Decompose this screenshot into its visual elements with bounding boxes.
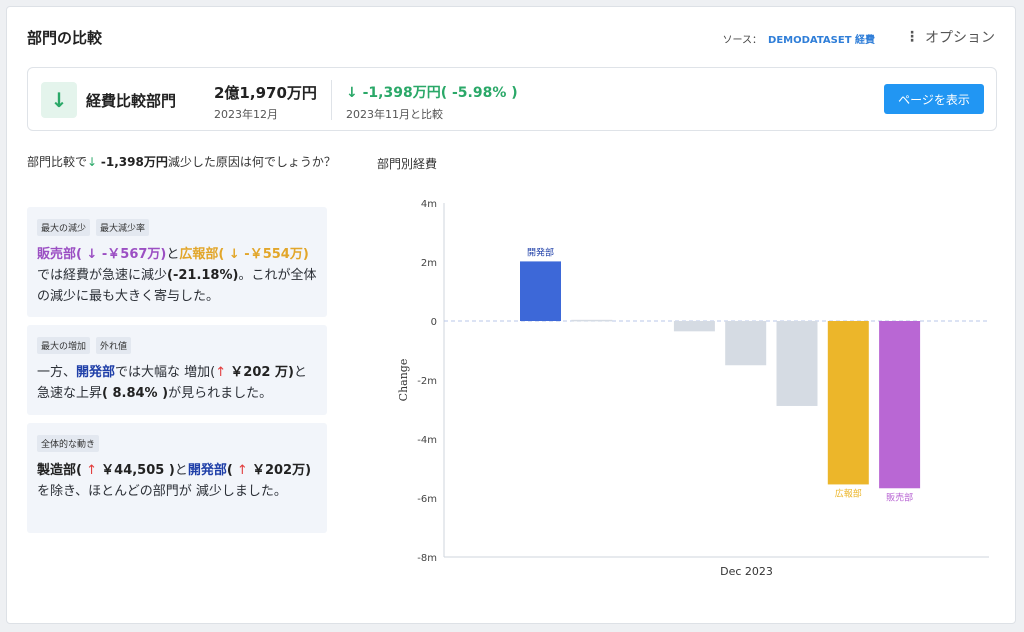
insight-card-largest-increase: 最大の増加 外れ値 一方、開発部では大幅な 増加(↑ ￥202 万)と急速な上昇… [27, 325, 327, 415]
insight-tag: 全体的な動き [37, 435, 100, 452]
question-amount: -1,398万円 [100, 155, 168, 169]
manufacturing-amount: ￥44,505 ) [101, 463, 175, 478]
bar [520, 261, 561, 321]
summary-compare: 2023年11月と比較 [346, 108, 443, 121]
source-label: ソース： [722, 35, 763, 46]
y-tick-label: -6m [417, 494, 437, 505]
arrow-down-icon: ↓ [87, 155, 98, 169]
dept-sales-detail: ( ↓ -￥567万) [76, 247, 167, 262]
bar-label: 広報部 [835, 487, 862, 499]
insight-tag: 最大の減少 [37, 219, 91, 236]
bar-label: 販売部 [886, 491, 913, 503]
y-tick-label: -4m [417, 435, 437, 446]
insight-card-largest-decrease: 最大の減少 最大減少率 販売部( ↓ -￥567万)と広報部( ↓ -￥554万… [27, 207, 327, 317]
join-text: と [174, 463, 188, 478]
dept-pr-detail: ( ↓ -￥554万) [218, 247, 309, 262]
insight-text: 販売部( ↓ -￥567万)と広報部( ↓ -￥554万) では経費が急速に減少(… [37, 244, 317, 307]
bar [725, 321, 767, 366]
insight-body: では大幅な 増加( [115, 365, 216, 380]
increase-pct: ( 8.84% ) [102, 386, 169, 401]
card-title: 部門の比較 [27, 29, 103, 47]
insight-body: を除き、ほとんどの部門が 減少しました。 [37, 484, 287, 499]
insight-tag: 外れ値 [96, 337, 132, 354]
insight-text: 製造部( ↑ ￥44,505 )と開発部( ↑ ￥202万) を除き、ほとんどの部… [37, 460, 317, 502]
paren: ( [76, 463, 82, 478]
source-info: ソース： DEMODATASET 経費 [723, 31, 875, 46]
insight-body: では経費が急速に減少 [37, 268, 168, 283]
y-axis-label: Change [397, 359, 410, 402]
y-tick-label: 0 [431, 317, 437, 328]
expense-bar-chart: 4m 2m 0 -2m -4m -6m -8m Change Dec 2023 開発部広報部 販売部 [397, 199, 989, 578]
decrease-pct: (-21.18%) [167, 268, 239, 283]
department-comparison-card: 部門の比較 ソース： DEMODATASET 経費 ⋮ オプション ↓ 経費比較部… [6, 6, 1016, 624]
y-tick-label: -2m [417, 376, 437, 387]
paren: ( [226, 463, 233, 478]
dept-sales: 販売部 [37, 247, 77, 262]
arrow-up-icon: ↑ [236, 463, 248, 478]
summary-amount: 2億1,970万円 [214, 84, 317, 102]
summary-period: 2023年12月 [214, 108, 278, 121]
insight-card-overall-trend: 全体的な動き 製造部( ↑ ￥44,505 )と開発部( ↑ ￥202万) を除き… [27, 423, 327, 533]
dept-manufacturing: 製造部 [37, 463, 77, 478]
summary-label: 経費比較部門 [86, 92, 177, 110]
insight-tag: 最大減少率 [96, 219, 150, 236]
dept-pr: 広報部 [179, 247, 219, 262]
join-text: と [166, 247, 180, 262]
bar [827, 321, 869, 485]
y-tick-label: 2m [421, 258, 437, 269]
divider [331, 80, 332, 120]
insight-tag: 最大の増加 [37, 337, 91, 354]
bar [776, 321, 818, 406]
y-tick-label: 4m [421, 199, 437, 210]
options-menu[interactable]: ⋮ オプション [905, 27, 995, 47]
question-text: 部門比較で↓ -1,398万円減少した原因は何でしょうか？ [27, 152, 337, 172]
x-axis-label: Dec 2023 [720, 565, 773, 578]
insight-body: 一方、 [37, 365, 77, 380]
view-page-button[interactable]: ページを表示 [884, 84, 984, 114]
arrow-down-icon: ↓ [41, 82, 77, 118]
chart-title: 部門別経費 [377, 157, 438, 171]
summary-panel: ↓ 経費比較部門 2億1,970万円 2023年12月 ↓ -1,398万円( … [27, 67, 997, 131]
question-suffix: 減少した原因は何でしょうか？ [167, 155, 336, 169]
insight-body: が見られました。 [168, 386, 273, 401]
summary-change: ↓ -1,398万円( -5.98% ) [346, 85, 518, 101]
increase-amount: ￥202 万) [230, 365, 294, 380]
question-prefix: 部門比較で [27, 155, 88, 169]
options-label: オプション [925, 30, 995, 46]
dept-dev: 開発部 [187, 463, 227, 478]
y-tick-label: -8m [417, 553, 437, 564]
source-link[interactable]: DEMODATASET 経費 [768, 35, 875, 46]
dev-amount: ￥202万) [251, 463, 312, 478]
insight-text: 一方、開発部では大幅な 増加(↑ ￥202 万)と急速な上昇( 8.84% )が… [37, 362, 317, 404]
bar [571, 319, 613, 322]
kebab-icon: ⋮ [905, 29, 919, 45]
arrow-up-icon: ↑ [86, 463, 98, 478]
bar [879, 321, 921, 489]
bar [673, 321, 715, 332]
bar-label: 開発部 [527, 246, 554, 258]
arrow-up-icon: ↑ [215, 365, 227, 380]
dept-dev: 開発部 [76, 365, 116, 380]
